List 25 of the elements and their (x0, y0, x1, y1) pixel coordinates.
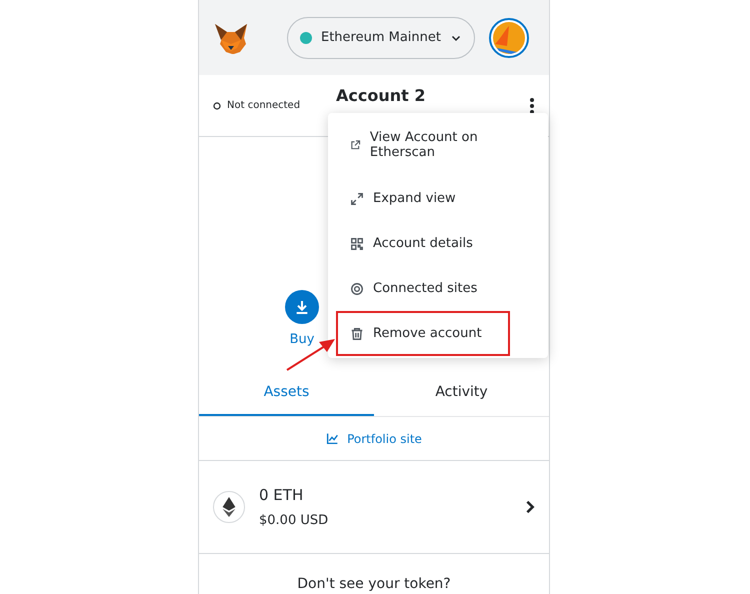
ethereum-icon (213, 491, 245, 523)
external-link-icon (350, 138, 361, 152)
status-circle-icon (213, 102, 221, 110)
tab[interactable]: Activity (374, 369, 549, 416)
token-amount: 0 ETH (259, 486, 304, 504)
tab[interactable]: Assets (199, 369, 374, 416)
fox-logo-icon (213, 22, 249, 54)
line-chart-icon (326, 432, 340, 445)
connection-status: Not connected (213, 100, 336, 111)
expand-icon (350, 192, 364, 206)
qr-code-icon (350, 236, 364, 250)
token-value: $0.00 USD (259, 513, 330, 528)
token-help-text: Don't see your token? (297, 576, 451, 592)
menu-item[interactable]: Remove account (336, 311, 510, 356)
target-icon (350, 282, 364, 296)
chevron-right-icon (525, 500, 535, 514)
trash-icon (350, 326, 364, 340)
more-options-icon[interactable] (529, 98, 535, 114)
token-row[interactable]: 0 ETH $0.00 USD (199, 461, 549, 554)
network-selector[interactable]: Ethereum Mainnet (286, 16, 475, 58)
portfolio-link[interactable]: Portfolio site (326, 432, 422, 446)
account-name: Account 2 (336, 86, 426, 105)
download-icon (294, 299, 310, 315)
network-dot-icon (300, 32, 312, 44)
account-avatar[interactable] (488, 18, 529, 58)
